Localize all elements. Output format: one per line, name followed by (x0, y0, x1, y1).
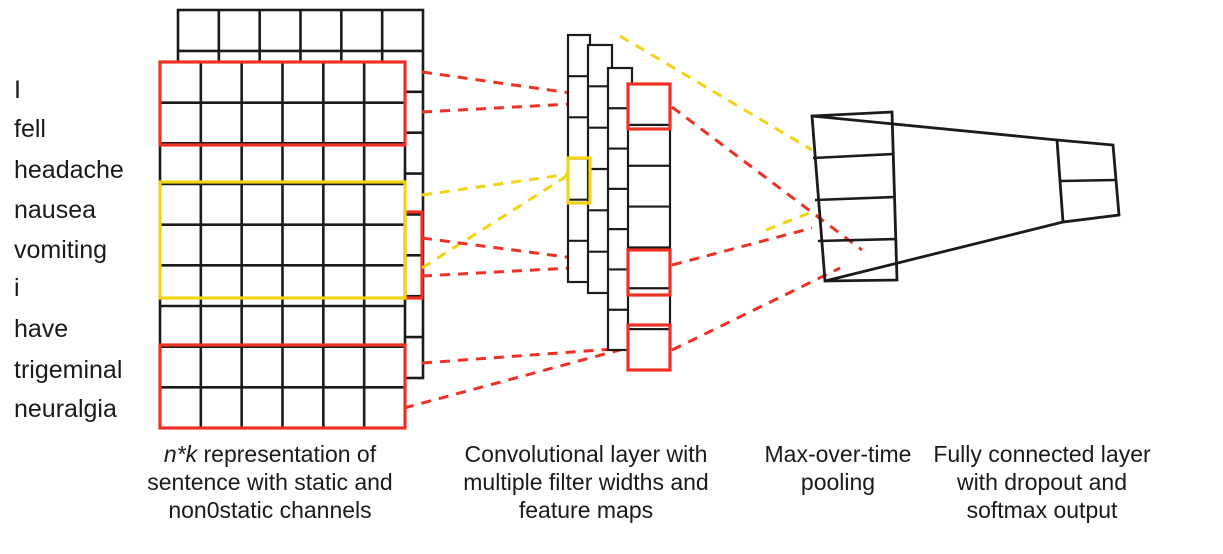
caption-convolution-line: multiple filter widths and (463, 469, 708, 495)
caption-fully-connected-line: Fully connected layer (933, 441, 1151, 467)
sentence-token: i (14, 274, 20, 302)
sentence-token: vomiting (14, 236, 107, 264)
caption-pooling-line: pooling (801, 469, 875, 495)
caption-pooling-line: Max-over-time (765, 441, 912, 467)
caption-embedding: n*k representation of (164, 441, 377, 467)
caption-fully-connected-line: softmax output (967, 497, 1118, 523)
cnn-architecture-diagram: Ifell headache nausea vomiting i have trigemin… (0, 0, 1223, 549)
sentence-token: neuralgia (14, 395, 117, 423)
sentence-token: have (14, 315, 68, 343)
sentence-token: fell (14, 115, 46, 143)
caption-convolution-line: feature maps (519, 497, 653, 523)
pooling-column (810, 110, 899, 283)
conv-feature-map-4 (626, 82, 672, 372)
caption-embedding-line: non0static channels (168, 497, 371, 523)
caption-embedding-line: sentence with static and (147, 469, 392, 495)
captions-group: n*k representation ofsentence with stati… (147, 441, 1151, 523)
sentence-token: headache (14, 156, 124, 184)
embedding-matrix-front-layer (158, 60, 407, 430)
caption-convolution-line: Convolutional layer with (465, 441, 708, 467)
sentence-token-list: Ifell headache nausea vomiting i have trigemin… (14, 76, 124, 423)
sentence-token: trigeminal (14, 356, 122, 384)
output-column (1055, 138, 1121, 224)
sentence-token: I (14, 76, 21, 104)
sentence-token: nausea (14, 196, 96, 224)
caption-fully-connected-line: with dropout and (956, 469, 1127, 495)
